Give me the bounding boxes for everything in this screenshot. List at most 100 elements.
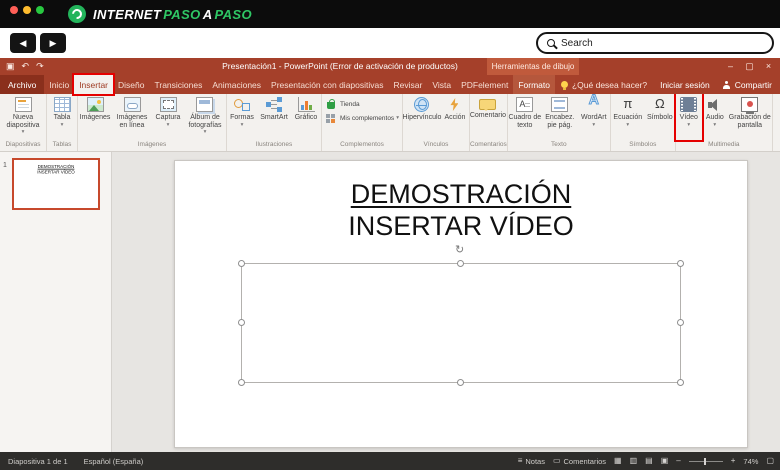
chevron-down-icon: ▾ bbox=[687, 123, 690, 128]
comments-toggle[interactable]: ▭ Comentarios bbox=[553, 457, 606, 466]
slide-thumbnail[interactable]: DEMOSTRACIÓN INSERTAR VÍDEO bbox=[12, 158, 100, 210]
tab-vista[interactable]: Vista bbox=[427, 75, 456, 94]
equation-button[interactable]: π Ecuación ▾ bbox=[611, 94, 645, 140]
resize-handle[interactable] bbox=[457, 260, 464, 267]
undo-icon[interactable]: ↶ bbox=[22, 61, 30, 72]
slide[interactable]: DEMOSTRACIÓN INSERTAR VÍDEO ↻ bbox=[174, 160, 748, 448]
ribbon-group-label: Ilustraciones bbox=[227, 140, 321, 151]
resize-handle[interactable] bbox=[238, 379, 245, 386]
ribbon-group-texto: Cuadro de texto Encabez. pie pág. WordAr… bbox=[508, 94, 611, 151]
notes-icon: ≡ bbox=[518, 457, 523, 465]
slide-title-block[interactable]: DEMOSTRACIÓN INSERTAR VÍDEO bbox=[175, 161, 747, 242]
resize-handle[interactable] bbox=[238, 260, 245, 267]
slide-title-line2: INSERTAR VÍDEO bbox=[175, 211, 747, 242]
audio-button[interactable]: Audio ▾ bbox=[702, 94, 728, 140]
ribbon-group-comentarios: Comentario Comentarios bbox=[470, 94, 508, 151]
zoom-out-icon[interactable]: – bbox=[676, 457, 680, 465]
rotate-handle-icon[interactable]: ↻ bbox=[455, 245, 464, 256]
slide-counter: Diapositiva 1 de 1 bbox=[8, 457, 68, 466]
tab-diseno[interactable]: Diseño bbox=[113, 75, 149, 94]
notes-label: Notas bbox=[525, 457, 545, 466]
thumbnail-panel: 1 DEMOSTRACIÓN INSERTAR VÍDEO bbox=[0, 152, 112, 452]
tab-formato[interactable]: Formato bbox=[513, 75, 555, 94]
zoom-percent[interactable]: 74% bbox=[743, 457, 758, 466]
tab-inicio[interactable]: Inicio bbox=[44, 75, 74, 94]
back-button[interactable]: ◀ bbox=[10, 33, 36, 53]
text-box-icon bbox=[516, 97, 533, 112]
action-button[interactable]: Acción bbox=[441, 94, 469, 140]
maximize-icon[interactable]: ▢ bbox=[740, 58, 759, 75]
save-icon[interactable]: ▣ bbox=[6, 61, 15, 72]
chart-button[interactable]: Gráfico bbox=[291, 94, 321, 140]
chevron-down-icon: ▾ bbox=[167, 123, 170, 128]
maximize-dot-icon[interactable] bbox=[36, 6, 44, 14]
resize-handle[interactable] bbox=[238, 319, 245, 326]
online-pictures-button[interactable]: Imágenes en línea bbox=[112, 94, 152, 140]
my-addins-button[interactable]: Mis complementos ▾ bbox=[325, 111, 399, 125]
tell-me-label: ¿Qué desea hacer? bbox=[572, 80, 647, 90]
minimize-dot-icon[interactable] bbox=[23, 6, 31, 14]
ribbon-group-tablas: Tabla ▾ Tablas bbox=[47, 94, 78, 151]
resize-handle[interactable] bbox=[677, 260, 684, 267]
video-button[interactable]: Vídeo ▾ bbox=[676, 94, 702, 140]
close-icon[interactable]: × bbox=[759, 58, 778, 75]
tab-presentacion-con-diapositivas[interactable]: Presentación con diapositivas bbox=[266, 75, 388, 94]
pictures-button[interactable]: Imágenes bbox=[78, 94, 112, 140]
minimize-icon[interactable]: – bbox=[721, 58, 740, 75]
zoom-slider[interactable] bbox=[689, 461, 723, 462]
logo-word-a: A bbox=[203, 7, 213, 22]
ribbon-group-label: Multimedia bbox=[676, 140, 772, 151]
tab-transiciones[interactable]: Transiciones bbox=[149, 75, 207, 94]
tab-revisar[interactable]: Revisar bbox=[389, 75, 428, 94]
share-button[interactable]: Compartir bbox=[723, 80, 772, 90]
new-slide-button[interactable]: Nueva diapositiva ▾ bbox=[0, 94, 46, 140]
redo-icon[interactable]: ↷ bbox=[36, 61, 44, 72]
forward-arrow-icon: ▶ bbox=[50, 38, 57, 49]
close-dot-icon[interactable] bbox=[10, 6, 18, 14]
resize-handle[interactable] bbox=[677, 379, 684, 386]
fit-to-window-icon[interactable]: ▢ bbox=[766, 457, 774, 465]
wordart-button[interactable]: WordArt ▾ bbox=[578, 94, 610, 140]
sign-in-link[interactable]: Iniciar sesión bbox=[660, 80, 710, 90]
ribbon-group-simbolos: π Ecuación ▾ Ω Símbolo Símbolos bbox=[611, 94, 676, 151]
screen-recording-button[interactable]: Grabación de pantalla bbox=[728, 94, 772, 140]
header-footer-button[interactable]: Encabez. pie pág. bbox=[542, 94, 578, 140]
tab-pdfelement[interactable]: PDFelement bbox=[456, 75, 513, 94]
tab-archivo[interactable]: Archivo bbox=[0, 75, 44, 94]
site-logo[interactable]: INTERNET PASO A PASO bbox=[68, 5, 252, 23]
text-box-button[interactable]: Cuadro de texto bbox=[508, 94, 542, 140]
equation-icon: π bbox=[619, 97, 636, 112]
content-placeholder[interactable]: ↻ bbox=[241, 263, 681, 383]
screenshot-button[interactable]: Captura ▾ bbox=[152, 94, 184, 140]
forward-button[interactable]: ▶ bbox=[40, 33, 66, 53]
notes-toggle[interactable]: ≡ Notas bbox=[518, 457, 545, 466]
thumbnail-content: DEMOSTRACIÓN INSERTAR VÍDEO bbox=[25, 165, 88, 176]
online-pictures-icon bbox=[124, 97, 141, 112]
slide-sorter-view-icon[interactable]: ▥ bbox=[630, 457, 638, 465]
button-label: Ecuación bbox=[613, 114, 642, 122]
zoom-in-icon[interactable]: + bbox=[731, 457, 736, 465]
table-button[interactable]: Tabla ▾ bbox=[47, 94, 77, 140]
shapes-button[interactable]: Formas ▾ bbox=[227, 94, 257, 140]
normal-view-icon[interactable]: ▦ bbox=[614, 457, 622, 465]
language-label[interactable]: Español (España) bbox=[84, 457, 144, 466]
symbol-button[interactable]: Ω Símbolo bbox=[645, 94, 675, 140]
photo-album-button[interactable]: Álbum de fotografías ▾ bbox=[184, 94, 226, 140]
tab-animaciones[interactable]: Animaciones bbox=[207, 75, 266, 94]
tab-insertar[interactable]: Insertar bbox=[74, 75, 113, 94]
comment-button[interactable]: Comentario bbox=[470, 94, 506, 140]
button-label: Formas bbox=[230, 114, 254, 122]
logo-icon bbox=[68, 5, 86, 23]
resize-handle[interactable] bbox=[457, 379, 464, 386]
resize-handle[interactable] bbox=[677, 319, 684, 326]
search-input[interactable]: Search bbox=[536, 32, 774, 54]
title-bar: ▣ ↶ ↷ Presentación1 - PowerPoint (Error … bbox=[0, 58, 780, 75]
smartart-button[interactable]: SmartArt bbox=[257, 94, 291, 140]
hyperlink-button[interactable]: Hipervínculo bbox=[403, 94, 441, 140]
slideshow-view-icon[interactable]: ▣ bbox=[661, 457, 669, 465]
button-label: Imágenes bbox=[80, 114, 111, 122]
button-label: Mis complementos bbox=[340, 115, 394, 122]
store-button[interactable]: Tienda bbox=[325, 97, 399, 111]
tell-me-box[interactable]: ¿Qué desea hacer? bbox=[555, 75, 653, 94]
reading-view-icon[interactable]: ▤ bbox=[645, 457, 653, 465]
